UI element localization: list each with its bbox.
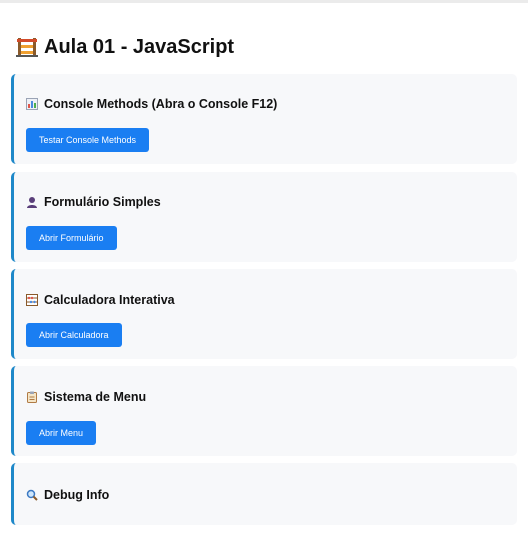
section-title: Calculadora Interativa bbox=[44, 293, 175, 307]
section-menu-system: Sistema de Menu Abrir Menu bbox=[11, 366, 517, 456]
section-simple-form: Formulário Simples Abrir Formulário bbox=[11, 172, 517, 262]
open-menu-button[interactable]: Abrir Menu bbox=[26, 421, 97, 445]
open-form-button[interactable]: Abrir Formulário bbox=[26, 226, 117, 250]
clipboard-icon bbox=[26, 391, 38, 403]
construction-icon bbox=[16, 36, 38, 58]
section-heading: Console Methods (Abra o Console F12) bbox=[26, 97, 277, 111]
section-interactive-calculator: Calculadora Interativa Abrir Calculadora bbox=[11, 269, 517, 359]
bar-chart-icon bbox=[26, 98, 38, 110]
top-strip bbox=[0, 0, 528, 3]
page-title: Aula 01 - JavaScript bbox=[16, 33, 234, 61]
section-title: Console Methods (Abra o Console F12) bbox=[44, 97, 278, 111]
section-title: Debug Info bbox=[44, 488, 110, 502]
section-heading: Formulário Simples bbox=[26, 195, 161, 209]
page-title-text: Aula 01 - JavaScript bbox=[44, 35, 235, 58]
abacus-icon bbox=[26, 294, 38, 306]
test-console-methods-button[interactable]: Testar Console Methods bbox=[26, 128, 150, 152]
magnifier-icon bbox=[26, 489, 38, 501]
section-console-methods: Console Methods (Abra o Console F12) Tes… bbox=[11, 74, 517, 164]
section-title: Formulário Simples bbox=[44, 195, 161, 209]
section-title: Sistema de Menu bbox=[44, 390, 147, 404]
section-heading: Sistema de Menu bbox=[26, 390, 146, 404]
user-silhouette-icon bbox=[26, 196, 38, 208]
open-calculator-button[interactable]: Abrir Calculadora bbox=[26, 323, 122, 347]
section-heading: Debug Info bbox=[26, 488, 109, 502]
section-heading: Calculadora Interativa bbox=[26, 293, 175, 307]
section-debug-info: Debug Info bbox=[11, 463, 517, 525]
